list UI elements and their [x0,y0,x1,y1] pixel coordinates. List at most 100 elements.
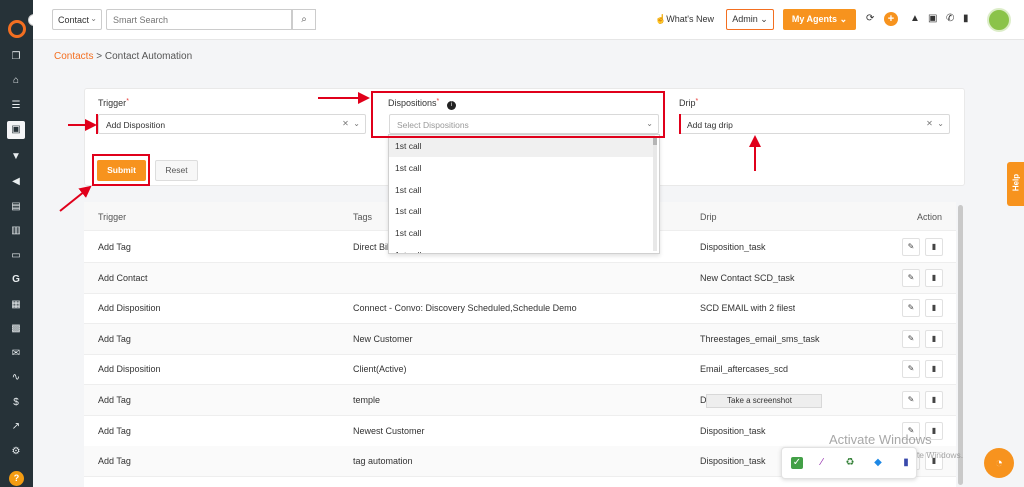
teams-icon[interactable]: ▮ [900,457,912,469]
bar-chart-icon[interactable]: ▥ [9,224,23,238]
shield-icon[interactable]: ◆ [872,457,884,469]
funnel-icon[interactable]: ▼ [9,150,23,164]
cell-drip: Disposition_task [700,425,766,436]
table-row: Add Tag Newest Customer Disposition_task ✎ ▮ [84,416,956,447]
bank-icon[interactable]: ⌂ [9,74,23,88]
dropdown-scrollbar[interactable] [653,137,657,251]
avatar[interactable] [987,8,1011,32]
delete-button[interactable]: ▮ [925,360,943,379]
cell-drip: Disposition_task [700,242,766,252]
trash-icon: ▮ [931,242,937,251]
bell-icon[interactable]: ▲ [910,13,920,24]
megaphone-icon[interactable]: ◀ [9,175,23,189]
dropdown-option[interactable]: 1st call [389,157,655,179]
mail-icon[interactable]: ✉ [9,347,23,361]
help-tab[interactable]: Help [1007,162,1024,206]
admin-button[interactable]: Admin ⌄ [726,9,774,30]
reset-label: Reset [165,165,188,175]
cell-tags: Direct Bil [353,242,390,252]
clear-chevron-icon[interactable]: ✕ ⌄ [342,119,360,128]
check-app-icon[interactable]: ✓ [791,457,803,469]
top-bar: Contact ⌄ ⌕ ☝What's New Admin ⌄ My Agent… [33,0,1024,40]
chat-icon[interactable]: ◔ [984,448,1014,478]
dropdown-option[interactable]: 1st call [389,179,655,201]
drip-label: Drip* [679,98,698,108]
annotation-box-submit [92,154,150,186]
cell-drip: Threestages_email_sms_task [700,333,820,344]
edit-button[interactable]: ✎ [902,299,920,318]
help-circle-icon[interactable]: ? [9,471,24,486]
refresh-icon[interactable]: ⟳ [866,13,874,24]
cell-trigger: Add Tag [98,242,131,252]
drip-select[interactable]: Add tag drip ✕ ⌄ [679,114,950,134]
add-icon[interactable]: + [884,12,898,26]
contact-type-select[interactable]: Contact ⌄ [52,9,102,30]
notes-icon[interactable]: ▣ [928,13,937,24]
delete-button[interactable]: ▮ [925,268,943,287]
table-row: Add Disposition Connect - Convo: Discover… [84,293,956,325]
screenshot-tooltip: Take a screenshot [706,394,822,408]
reset-button[interactable]: Reset [155,160,198,181]
edit-button[interactable]: ✎ [902,238,920,256]
cell-trigger: Add Tag [98,425,131,436]
cell-drip: SCD EMAIL with 2 filest [700,303,796,314]
dropdown-option[interactable]: 1st call [389,135,655,157]
column-header-tags: Tags [353,212,373,222]
trash-icon: ▮ [931,333,937,343]
google-icon[interactable]: G [9,273,23,287]
copy-icon[interactable]: ❐ [9,50,23,64]
smart-search-input[interactable] [106,9,292,30]
document-icon[interactable]: ▤ [9,200,23,214]
search-button[interactable]: ⌕ [292,9,316,30]
breadcrumb-current: Contact Automation [104,51,193,62]
breadcrumb-contacts-link[interactable]: Contacts [54,51,93,62]
admin-label: Admin [732,14,758,24]
breadcrumb-separator: > [96,51,103,62]
trash-icon: ▮ [931,395,937,404]
phone-icon[interactable]: ✆ [946,13,954,24]
dropdown-option[interactable]: 1st call [389,200,655,222]
dropdown-option[interactable]: 1st call [389,222,655,244]
contacts-icon[interactable]: ▣ [7,121,25,139]
cell-drip: Email_aftercases_scd [700,364,789,375]
delete-button[interactable]: ▮ [925,238,943,256]
drip-select-value: Add tag drip [687,120,733,130]
logo-icon[interactable] [8,20,26,38]
recycle-icon[interactable]: ♻ [844,457,856,469]
trash-icon: ▮ [931,303,937,313]
table-row: Add Contact New Contact SCD_task ✎ ▮ [84,262,956,294]
clear-chevron-icon[interactable]: ✕ ⌄ [926,119,944,128]
dollar-icon[interactable]: $ [9,396,23,410]
edit-button[interactable]: ✎ [902,391,920,409]
pencil-icon: ✎ [907,364,915,374]
edit-button[interactable]: ✎ [902,329,920,348]
cell-drip: New Contact SCD_task [700,272,795,283]
trigger-label: Trigger* [98,98,129,108]
dropdown-option[interactable]: 1st call [389,244,655,253]
trigger-select-value: Add Disposition [106,120,166,130]
cell-drip: Disposition_task [700,456,766,467]
settings-icon[interactable]: ⚙ [9,445,23,459]
trigger-select[interactable]: Add Disposition ✕ ⌄ [98,114,366,134]
edit-button[interactable]: ✎ [902,268,920,287]
cell-tags: Connect - Convo: Discovery Scheduled,Sch… [353,303,577,314]
trend-icon[interactable]: ↗ [9,420,23,434]
trash-icon[interactable]: ▮ [963,13,969,24]
edit-button[interactable]: ✎ [902,360,920,379]
calculator-icon[interactable]: ▦ [9,298,23,312]
folder-icon[interactable]: ▭ [9,249,23,263]
table-row: Add TagtempleDispo✎▮ [84,385,956,416]
list-icon[interactable]: ☰ [9,99,23,113]
cell-tags: Newest Customer [353,425,425,436]
cell-trigger: Add Disposition [98,303,161,314]
signature-icon[interactable]: ∿ [9,371,23,385]
whats-new-link[interactable]: ☝What's New [655,14,714,25]
delete-button[interactable]: ▮ [925,329,943,348]
delete-button[interactable]: ▮ [925,299,943,318]
my-agents-button[interactable]: My Agents ⌄ [783,9,856,30]
pencil-icon: ✎ [907,395,915,404]
my-agents-label: My Agents [791,14,838,24]
delete-button[interactable]: ▮ [925,391,943,409]
calendar-icon[interactable]: ▩ [9,322,23,336]
feather-icon[interactable]: ∕ [816,457,828,469]
